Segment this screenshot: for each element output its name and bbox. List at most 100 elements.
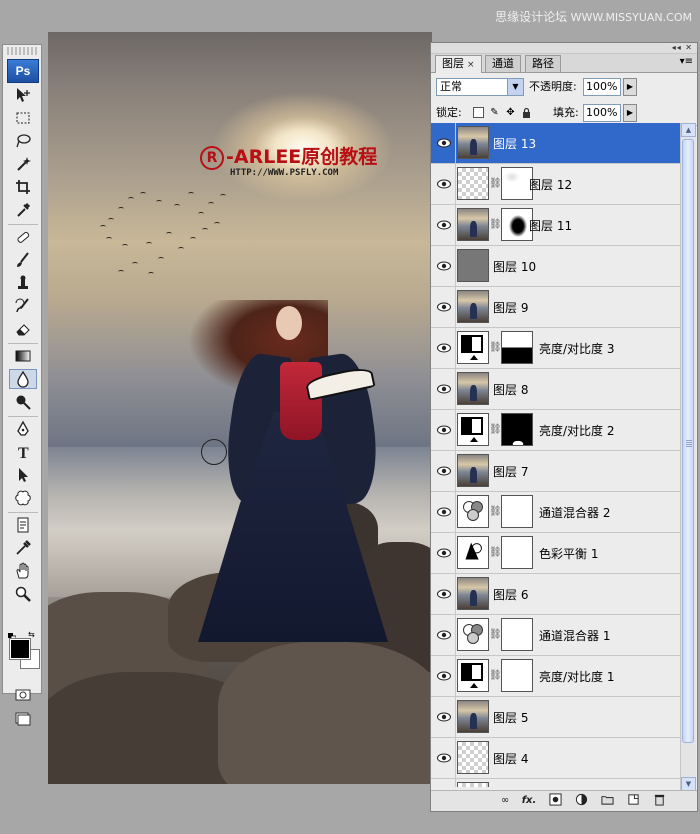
layer-list-scrollbar[interactable]: ▲ ▼ xyxy=(680,123,696,791)
foreground-color-swatch[interactable] xyxy=(9,638,31,660)
eye-icon[interactable] xyxy=(433,246,456,286)
eye-icon[interactable] xyxy=(433,779,456,787)
notes-icon[interactable] xyxy=(9,515,37,535)
adjustment-layer-icon[interactable] xyxy=(573,793,589,809)
tab-close-icon[interactable]: × xyxy=(467,60,475,70)
layer-row[interactable]: ⛓ 通道混合器 1 xyxy=(431,615,681,656)
layer-row[interactable]: 图层 5 xyxy=(431,697,681,738)
custom-shape-icon[interactable] xyxy=(9,488,37,508)
eye-icon[interactable] xyxy=(433,410,456,450)
opacity-slider-button[interactable]: ▶ xyxy=(623,78,637,96)
eyedropper-slice-icon[interactable] xyxy=(9,200,37,220)
blur-drop-icon[interactable] xyxy=(9,369,37,389)
layer-thumbnail[interactable] xyxy=(457,577,489,610)
tools-grip[interactable] xyxy=(7,47,37,55)
mask-link-icon[interactable]: ⛓ xyxy=(489,219,502,230)
eye-icon[interactable] xyxy=(433,738,456,778)
layer-row[interactable]: ⛓ 亮度/对比度 2 xyxy=(431,410,681,451)
add-mask-icon[interactable] xyxy=(547,793,563,809)
layer-mask-thumbnail[interactable] xyxy=(501,413,533,446)
clone-stamp-icon[interactable] xyxy=(9,273,37,293)
healing-brush-icon[interactable] xyxy=(9,227,37,247)
layer-thumbnail[interactable] xyxy=(457,659,489,692)
layer-row[interactable]: 图层 8 xyxy=(431,369,681,410)
panel-titlebar[interactable]: ◂◂ ✕ xyxy=(431,43,697,54)
brush-icon[interactable] xyxy=(9,250,37,270)
dodge-icon[interactable] xyxy=(9,392,37,412)
layer-thumbnail[interactable] xyxy=(457,413,489,446)
layer-row[interactable]: 图层 4 副本 xyxy=(431,779,681,787)
scroll-up-icon[interactable]: ▲ xyxy=(681,123,696,137)
layer-mask-thumbnail[interactable] xyxy=(501,495,533,528)
layer-thumbnail[interactable] xyxy=(457,167,489,200)
layer-thumbnail[interactable] xyxy=(457,495,489,528)
eye-icon[interactable] xyxy=(433,164,456,204)
lock-pixels-icon[interactable]: ✎ xyxy=(489,107,500,118)
opacity-input[interactable]: 100% xyxy=(583,78,621,96)
new-layer-icon[interactable] xyxy=(625,793,641,809)
path-select-icon[interactable] xyxy=(9,465,37,485)
type-icon[interactable]: T xyxy=(9,442,37,462)
eye-icon[interactable] xyxy=(433,205,456,245)
lock-position-icon[interactable]: ✥ xyxy=(505,107,516,118)
layer-mask-thumbnail[interactable] xyxy=(501,659,533,692)
magic-wand-icon[interactable] xyxy=(9,154,37,174)
eye-icon[interactable] xyxy=(433,697,456,737)
layer-thumbnail[interactable] xyxy=(457,208,489,241)
layer-row[interactable]: 图层 10 xyxy=(431,246,681,287)
layer-row[interactable]: 图层 6 xyxy=(431,574,681,615)
layer-mask-thumbnail[interactable] xyxy=(501,536,533,569)
layer-thumbnail[interactable] xyxy=(457,741,489,774)
panel-window-buttons[interactable]: ◂◂ ✕ xyxy=(672,43,693,52)
layer-thumbnail[interactable] xyxy=(457,290,489,323)
layer-mask-thumbnail[interactable] xyxy=(501,618,533,651)
blend-mode-select[interactable]: 正常 ▼ xyxy=(436,78,524,96)
layer-mask-thumbnail[interactable] xyxy=(501,331,533,364)
fx-icon[interactable]: fx. xyxy=(521,793,537,809)
crop-icon[interactable] xyxy=(9,177,37,197)
mask-link-icon[interactable]: ⛓ xyxy=(489,342,502,353)
layer-thumbnail[interactable] xyxy=(457,618,489,651)
marquee-icon[interactable] xyxy=(9,108,37,128)
layer-row[interactable]: 图层 7 xyxy=(431,451,681,492)
move-icon[interactable] xyxy=(9,85,37,105)
mask-link-icon[interactable]: ⛓ xyxy=(489,547,502,558)
tab-paths[interactable]: 路径 xyxy=(525,55,561,72)
eye-icon[interactable] xyxy=(433,656,456,696)
eye-icon[interactable] xyxy=(433,533,456,573)
eye-icon[interactable] xyxy=(433,492,456,532)
lasso-icon[interactable] xyxy=(9,131,37,151)
trash-icon[interactable] xyxy=(651,793,667,809)
eye-icon[interactable] xyxy=(433,574,456,614)
scroll-down-icon[interactable]: ▼ xyxy=(681,777,696,791)
eye-icon[interactable] xyxy=(433,451,456,491)
photoshop-logo[interactable]: Ps xyxy=(7,59,39,83)
layer-row[interactable]: ⛓ 图层 12 xyxy=(431,164,681,205)
mask-link-icon[interactable]: ⛓ xyxy=(489,670,502,681)
mask-link-icon[interactable]: ⛓ xyxy=(489,178,502,189)
tab-channels[interactable]: 通道 xyxy=(485,55,521,72)
hand-icon[interactable] xyxy=(9,561,37,581)
layer-row[interactable]: 图层 9 xyxy=(431,287,681,328)
eye-icon[interactable] xyxy=(433,123,456,163)
fill-input[interactable]: 100% xyxy=(583,104,621,122)
eye-icon[interactable] xyxy=(433,287,456,327)
eye-icon[interactable] xyxy=(433,615,456,655)
chevron-down-icon[interactable]: ▼ xyxy=(507,79,523,95)
fill-slider-button[interactable]: ▶ xyxy=(623,104,637,122)
layer-thumbnail[interactable] xyxy=(457,331,489,364)
mask-link-icon[interactable]: ⛓ xyxy=(489,424,502,435)
lock-all-icon[interactable] xyxy=(521,107,532,118)
eyedropper-icon[interactable] xyxy=(9,538,37,558)
layer-thumbnail[interactable] xyxy=(457,126,489,159)
layer-row[interactable]: ⛓ 通道混合器 2 xyxy=(431,492,681,533)
quick-mask-icon[interactable] xyxy=(9,685,37,705)
eye-icon[interactable] xyxy=(433,369,456,409)
swap-colors-icon[interactable]: ⇆ xyxy=(28,631,38,639)
layer-thumbnail[interactable] xyxy=(457,700,489,733)
new-group-icon[interactable] xyxy=(599,793,615,809)
layer-thumbnail[interactable] xyxy=(457,782,489,787)
default-colors-icon[interactable] xyxy=(8,631,17,642)
eraser-icon[interactable] xyxy=(9,319,37,339)
lock-transparency-icon[interactable] xyxy=(473,107,484,118)
